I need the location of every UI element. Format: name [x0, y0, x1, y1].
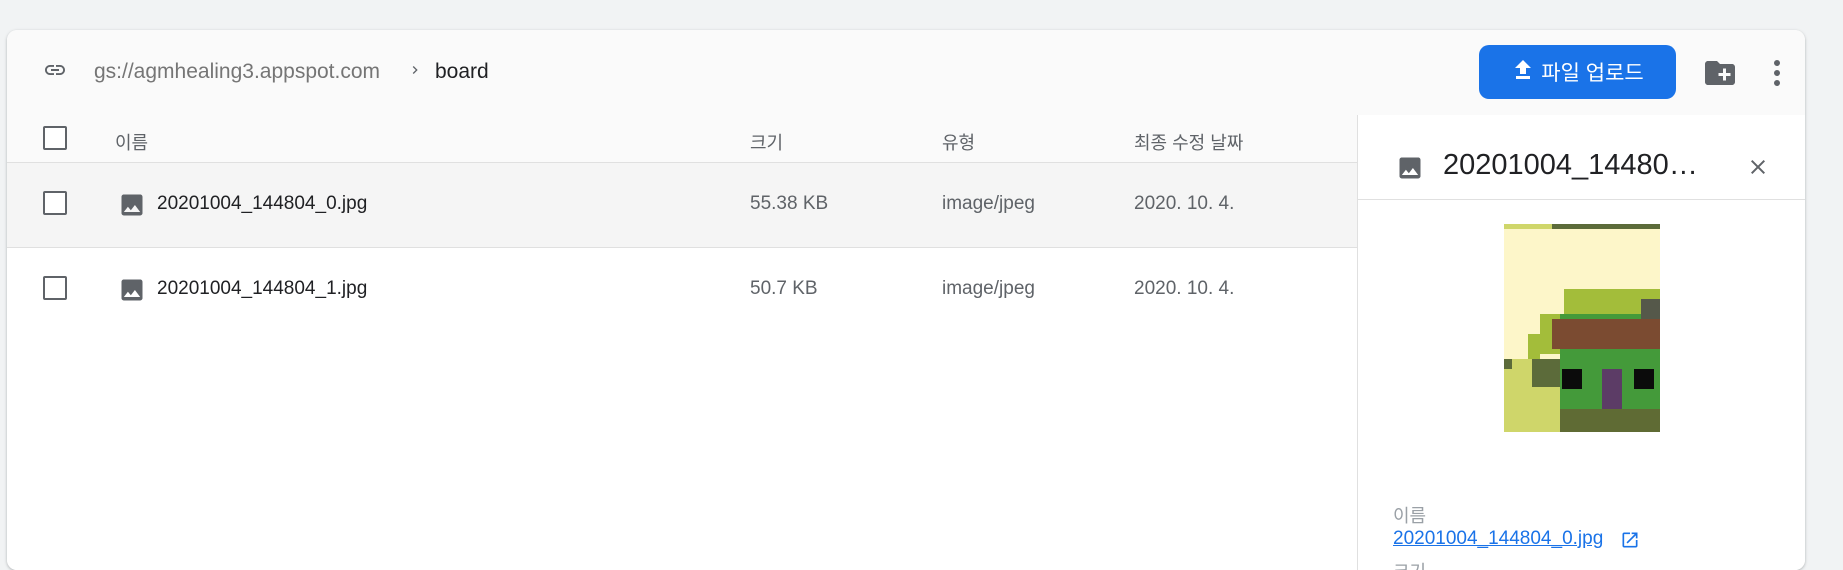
details-header: 20201004_144804_0.jpg — [1358, 115, 1805, 200]
new-folder-icon[interactable] — [1702, 55, 1738, 91]
more-vert-icon[interactable] — [1770, 55, 1784, 91]
table-header: 이름 크기 유형 최종 수정 날짜 — [7, 115, 1357, 163]
toolbar: gs://agmhealing3.appspot.com board 파일 업로… — [7, 30, 1805, 116]
detail-size-label: 크기 — [1393, 558, 1426, 570]
file-table: 이름 크기 유형 최종 수정 날짜 20201004_144804_0.jpg … — [7, 115, 1357, 570]
close-icon[interactable] — [1746, 155, 1770, 179]
table-row[interactable]: 20201004_144804_1.jpg 50.7 KB image/jpeg… — [7, 248, 1357, 332]
file-modified: 2020. 10. 4. — [1134, 278, 1235, 299]
image-file-icon — [1399, 157, 1421, 179]
breadcrumb-bucket[interactable]: gs://agmhealing3.appspot.com — [94, 60, 380, 84]
file-modified: 2020. 10. 4. — [1134, 193, 1235, 214]
upload-icon — [1515, 60, 1532, 79]
chevron-right-icon — [412, 66, 418, 74]
upload-file-button[interactable]: 파일 업로드 — [1479, 45, 1676, 99]
file-name[interactable]: 20201004_144804_0.jpg — [157, 193, 367, 215]
upload-button-label: 파일 업로드 — [1541, 62, 1644, 85]
image-preview — [1504, 224, 1660, 432]
image-file-icon — [121, 279, 143, 301]
detail-name-label: 이름 — [1393, 506, 1427, 526]
file-type: image/jpeg — [942, 193, 1035, 214]
detail-name-link[interactable]: 20201004_144804_0.jpg — [1393, 528, 1603, 550]
link-icon[interactable] — [37, 58, 73, 82]
image-file-icon — [121, 194, 143, 216]
details-title: 20201004_144804_0.jpg — [1443, 149, 1713, 181]
select-all-checkbox[interactable] — [43, 126, 67, 150]
row-checkbox[interactable] — [43, 191, 67, 215]
row-checkbox[interactable] — [43, 276, 67, 300]
file-size: 55.38 KB — [750, 193, 829, 214]
column-header-name[interactable]: 이름 — [115, 129, 148, 155]
column-header-size[interactable]: 크기 — [750, 129, 783, 155]
storage-browser-card: gs://agmhealing3.appspot.com board 파일 업로… — [7, 30, 1805, 570]
file-size: 50.7 KB — [750, 278, 818, 299]
column-header-modified[interactable]: 최종 수정 날짜 — [1134, 129, 1243, 155]
open-in-new-icon[interactable] — [1620, 530, 1640, 550]
file-type: image/jpeg — [942, 278, 1035, 299]
column-header-type[interactable]: 유형 — [942, 129, 975, 155]
file-details-panel: 20201004_144804_0.jpg 이름 20201004_144804 — [1357, 115, 1805, 570]
table-row[interactable]: 20201004_144804_0.jpg 55.38 KB image/jpe… — [7, 163, 1357, 248]
breadcrumb-current-folder: board — [435, 60, 489, 83]
file-name[interactable]: 20201004_144804_1.jpg — [157, 278, 367, 300]
